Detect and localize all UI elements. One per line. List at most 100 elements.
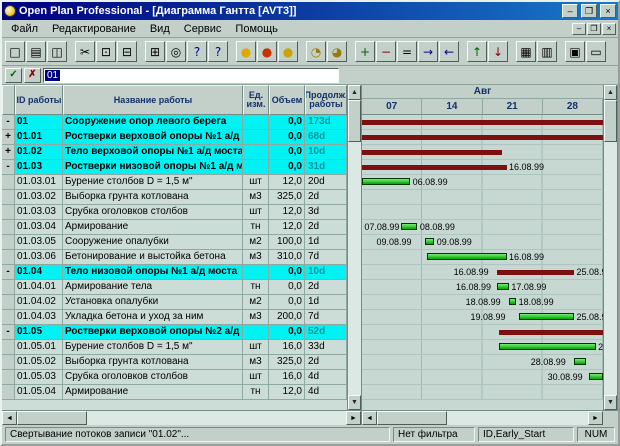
table-row[interactable]: 01.03.06Бетонирование и выстойка бетонам… xyxy=(2,250,347,265)
monitor-button[interactable]: ▭ xyxy=(586,41,606,62)
scroll-thumb[interactable] xyxy=(17,411,87,425)
expand-toggle[interactable]: - xyxy=(2,265,15,280)
mdi-close-button[interactable]: × xyxy=(602,23,616,35)
task-bar[interactable] xyxy=(519,313,574,320)
gantt-horizontal-scrollbar[interactable]: ◄ ► xyxy=(362,411,603,425)
scroll-track[interactable] xyxy=(87,411,346,425)
task-bar[interactable] xyxy=(499,343,595,350)
print-button[interactable]: ⊞ xyxy=(145,41,165,62)
scroll-up-button[interactable]: ▲ xyxy=(604,85,617,100)
table-row[interactable]: -01.03Ростверки низовой опоры №1 а/д м0,… xyxy=(2,160,347,175)
scroll-thumb[interactable] xyxy=(348,100,361,142)
task-bar[interactable] xyxy=(425,238,435,245)
table-row[interactable]: 01.04.01Армирование телатн0,02d xyxy=(2,280,347,295)
new-button[interactable]: □ xyxy=(5,41,25,62)
task-bar[interactable] xyxy=(574,358,586,365)
cut-button[interactable]: ✂ xyxy=(75,41,95,62)
views-button[interactable]: ▣ xyxy=(565,41,585,62)
menu-item-Помощь[interactable]: Помощь xyxy=(228,22,285,36)
preview-button[interactable]: ◎ xyxy=(166,41,186,62)
table-row[interactable]: 01.03.02Выборка грунта котлованам3325,02… xyxy=(2,190,347,205)
paste-button[interactable]: ⊟ xyxy=(117,41,137,62)
remove-button[interactable]: − xyxy=(376,41,396,62)
table-vertical-scrollbar[interactable]: ▲ ▼ xyxy=(347,85,362,410)
context-help-button[interactable]: ? xyxy=(208,41,228,62)
table-row[interactable]: 01.05.01Бурение столбов D = 1,5 м"шт16,0… xyxy=(2,340,347,355)
move-down-button[interactable]: ↓ xyxy=(488,41,508,62)
table-row[interactable]: 01.03.01Бурение столбов D = 1,5 м"шт12,0… xyxy=(2,175,347,190)
summary-bar[interactable] xyxy=(497,270,574,275)
table-row[interactable]: +01.01Ростверки верховой опоры №1 а/д0,0… xyxy=(2,130,347,145)
calendar-button[interactable]: ▦ xyxy=(516,41,536,62)
close-button[interactable]: × xyxy=(600,4,616,18)
expand-toggle[interactable]: - xyxy=(2,325,15,340)
scroll-right-button[interactable]: ► xyxy=(346,411,361,425)
expand-toggle[interactable]: + xyxy=(2,145,15,160)
add-button[interactable]: + xyxy=(355,41,375,62)
save-button[interactable]: ◫ xyxy=(47,41,67,62)
table-row[interactable]: 01.05.02Выборка грунта котлованам3325,02… xyxy=(2,355,347,370)
history-button[interactable]: ◕ xyxy=(327,41,347,62)
mdi-minimize-button[interactable]: – xyxy=(572,23,586,35)
scroll-left-button[interactable]: ◄ xyxy=(362,411,377,425)
maximize-button[interactable]: ❐ xyxy=(581,4,597,18)
edit-field[interactable]: 01 xyxy=(43,68,339,83)
table-row[interactable]: 01.05.03Срубка оголовков столбовшт16,04d xyxy=(2,370,347,385)
menu-item-Редактирование[interactable]: Редактирование xyxy=(45,22,143,36)
menu-item-Файл[interactable]: Файл xyxy=(4,22,45,36)
resource-analysis-button[interactable]: ● xyxy=(257,41,277,62)
expand-toggle[interactable]: - xyxy=(2,115,15,130)
table-row[interactable]: 01.05.04Армированиетн12,04d xyxy=(2,385,347,400)
scroll-track[interactable] xyxy=(348,142,361,395)
task-bar[interactable] xyxy=(427,253,507,260)
header-unit[interactable]: Ед. изм. xyxy=(243,85,269,115)
menu-item-Вид[interactable]: Вид xyxy=(143,22,177,36)
table-row[interactable]: 01.04.03Укладка бетона и уход за нимм320… xyxy=(2,310,347,325)
table-row[interactable]: +01.02Тело верховой опоры №1 а/д моста0,… xyxy=(2,145,347,160)
move-up-button[interactable]: ↑ xyxy=(467,41,487,62)
scroll-down-button[interactable]: ▼ xyxy=(348,395,361,410)
summary-bar[interactable] xyxy=(499,330,603,335)
summary-bar[interactable] xyxy=(362,120,603,125)
outdent-button[interactable]: ← xyxy=(439,41,459,62)
summary-bar[interactable] xyxy=(362,135,603,140)
copy-button[interactable]: ⊡ xyxy=(96,41,116,62)
table-row[interactable]: 01.04.02Установка опалубким20,01d xyxy=(2,295,347,310)
scroll-down-button[interactable]: ▼ xyxy=(604,395,617,410)
help-button[interactable]: ? xyxy=(187,41,207,62)
cost-analysis-button[interactable]: ● xyxy=(278,41,298,62)
table-row[interactable]: 01.03.05Сооружение опалубким2100,01d xyxy=(2,235,347,250)
scroll-thumb[interactable] xyxy=(377,411,447,425)
summary-bar[interactable] xyxy=(362,165,507,170)
header-volume[interactable]: Объем xyxy=(269,85,305,115)
table-row[interactable]: 01.03.04Армированиетн12,02d xyxy=(2,220,347,235)
menu-item-Сервис[interactable]: Сервис xyxy=(177,22,229,36)
table-horizontal-scrollbar[interactable]: ◄ ► xyxy=(2,411,362,425)
clock-button[interactable]: ◔ xyxy=(306,41,326,62)
table-row[interactable]: -01Сооружение опор левого берега0,0173d xyxy=(2,115,347,130)
table-row[interactable]: -01.04Тело низовой опоры №1 а/д моста0,0… xyxy=(2,265,347,280)
accept-button[interactable]: ✓ xyxy=(5,68,22,83)
header-duration[interactable]: Продолж. работы xyxy=(305,85,347,115)
scroll-left-button[interactable]: ◄ xyxy=(2,411,17,425)
expand-toggle[interactable]: + xyxy=(2,130,15,145)
task-bar[interactable] xyxy=(509,298,516,305)
scroll-track[interactable] xyxy=(447,411,588,425)
header-name[interactable]: Название работы xyxy=(63,85,243,115)
indent-button[interactable]: → xyxy=(418,41,438,62)
summary-bar[interactable] xyxy=(362,150,502,155)
equals-button[interactable]: = xyxy=(397,41,417,62)
cancel-button[interactable]: ✗ xyxy=(24,68,41,83)
title-bar[interactable]: Open Plan Professional - [Диаграмма Гант… xyxy=(2,2,618,20)
table-row[interactable]: 01.03.03Срубка оголовков столбовшт12,03d xyxy=(2,205,347,220)
task-bar[interactable] xyxy=(497,283,509,290)
scroll-thumb[interactable] xyxy=(604,100,617,142)
task-bar[interactable] xyxy=(589,373,603,380)
task-bar[interactable] xyxy=(401,223,418,230)
time-analysis-button[interactable]: ● xyxy=(236,41,256,62)
scroll-up-button[interactable]: ▲ xyxy=(348,85,361,100)
scroll-right-button[interactable]: ► xyxy=(588,411,603,425)
open-button[interactable]: ▤ xyxy=(26,41,46,62)
minimize-button[interactable]: – xyxy=(562,4,578,18)
gantt-vertical-scrollbar[interactable]: ▲ ▼ xyxy=(603,85,618,410)
